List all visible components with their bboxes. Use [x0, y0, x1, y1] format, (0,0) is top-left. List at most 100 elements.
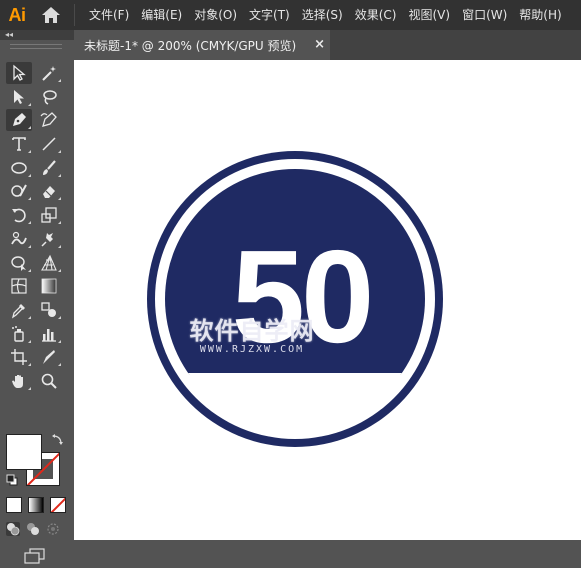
lasso-tool[interactable]: [36, 86, 62, 108]
rotate-icon: [12, 208, 26, 223]
draw-normal-icon: [7, 523, 20, 536]
menu-window[interactable]: 窗口(W): [456, 0, 513, 30]
warp-icon: [11, 231, 27, 245]
warp-tool[interactable]: [6, 228, 32, 250]
artboard-icon: [11, 349, 27, 366]
default-fill-stroke-icon[interactable]: [6, 474, 18, 486]
perspective-grid-icon: [41, 254, 57, 271]
menu-type[interactable]: 文字(T): [243, 0, 296, 30]
draw-behind-icon: [27, 523, 39, 535]
magic-wand-icon: [42, 66, 56, 81]
column-graph-icon: [42, 328, 56, 342]
eyedropper-tool[interactable]: [6, 299, 32, 321]
draw-behind-button[interactable]: [26, 522, 40, 536]
menu-file[interactable]: 文件(F): [83, 0, 135, 30]
selection-tool-icon: [13, 64, 26, 81]
zoom-tool[interactable]: [36, 370, 62, 392]
watermark: 软件自学网 WWW.RJZXW.COM: [172, 318, 332, 356]
color-mode-button[interactable]: [6, 497, 22, 513]
curvature-icon: [40, 112, 57, 128]
shape-builder-tool[interactable]: [6, 252, 32, 274]
home-button[interactable]: [34, 0, 68, 30]
line-segment-icon: [42, 137, 56, 151]
speed-limit-sign[interactable]: 50: [74, 60, 581, 540]
eraser-icon: [43, 186, 55, 199]
pen-icon: [13, 113, 26, 127]
panel-grip[interactable]: [10, 44, 62, 49]
gradient-mode-button[interactable]: [28, 497, 44, 513]
artboard-tool[interactable]: [6, 346, 32, 368]
scale-tool[interactable]: [36, 204, 62, 226]
screen-mode-button[interactable]: [24, 548, 46, 568]
scale-icon: [41, 207, 57, 223]
gradient-tool[interactable]: [36, 275, 62, 297]
mesh-icon: [11, 278, 27, 294]
eraser-tool[interactable]: [36, 180, 62, 202]
rotate-tool[interactable]: [6, 204, 32, 226]
drawing-mode-row: [6, 522, 60, 536]
watermark-url: WWW.RJZXW.COM: [199, 344, 305, 355]
draw-inside-button[interactable]: [46, 522, 60, 536]
menu-edit[interactable]: 编辑(E): [135, 0, 188, 30]
tools-panel-header: ◂◂: [0, 30, 74, 40]
menu-view[interactable]: 视图(V): [402, 0, 456, 30]
app-logo: Ai: [8, 4, 27, 25]
blend-tool[interactable]: [36, 299, 62, 321]
tool-grid: [6, 62, 66, 394]
close-icon[interactable]: ×: [314, 37, 325, 52]
type-tool[interactable]: [6, 133, 32, 155]
document-tab-bar: 未标题-1* @ 200% (CMYK/GPU 预览) ×: [74, 30, 581, 60]
draw-normal-button[interactable]: [6, 522, 20, 536]
document-tab[interactable]: 未标题-1* @ 200% (CMYK/GPU 预览) ×: [74, 30, 330, 60]
menu-bar: Ai 文件(F) 编辑(E) 对象(O) 文字(T) 选择(S) 效果(C) 视…: [0, 0, 581, 30]
hand-icon: [12, 374, 23, 388]
zoom-icon: [41, 373, 57, 389]
magic-wand-tool[interactable]: [36, 62, 62, 84]
menu-effect[interactable]: 效果(C): [349, 0, 403, 30]
slice-tool[interactable]: [36, 346, 62, 368]
watermark-title: 软件自学网: [189, 317, 315, 345]
menu-select[interactable]: 选择(S): [296, 0, 349, 30]
pen-tool[interactable]: [6, 109, 32, 132]
artboard-canvas[interactable]: 50 软件自学网 WWW.RJZXW.COM: [74, 60, 581, 540]
tools-panel: ◂◂: [0, 30, 74, 564]
menu-help[interactable]: 帮助(H): [513, 0, 567, 30]
direct-selection-icon: [14, 89, 24, 104]
swap-fill-stroke-icon[interactable]: [51, 434, 63, 446]
symbol-sprayer-icon: [12, 325, 24, 342]
home-icon: [42, 7, 60, 23]
curvature-tool[interactable]: [36, 109, 62, 131]
direct-selection-tool[interactable]: [6, 86, 32, 108]
shaper-icon: [11, 184, 27, 198]
type-icon: [12, 137, 26, 151]
menu-separator: [74, 4, 75, 26]
symbol-sprayer-tool[interactable]: [6, 323, 32, 345]
document-tab-title: 未标题-1* @ 200% (CMYK/GPU 预览): [84, 38, 297, 53]
shape-builder-icon: [11, 255, 26, 271]
fill-stroke-widget: [6, 434, 66, 490]
puppet-warp-tool[interactable]: [36, 228, 62, 250]
lasso-icon: [43, 89, 57, 105]
none-mode-button[interactable]: [50, 497, 66, 513]
fill-swatch[interactable]: [6, 434, 42, 470]
column-graph-tool[interactable]: [36, 323, 62, 345]
draw-inside-icon: [47, 523, 59, 535]
slice-icon: [43, 350, 55, 365]
mesh-tool[interactable]: [6, 275, 32, 297]
perspective-grid-tool[interactable]: [36, 252, 62, 274]
hand-tool[interactable]: [6, 370, 32, 392]
gradient-icon: [41, 278, 57, 294]
menu-object[interactable]: 对象(O): [188, 0, 243, 30]
paintbrush-icon: [43, 160, 56, 175]
puppet-warp-icon: [41, 232, 53, 247]
paintbrush-tool[interactable]: [36, 157, 62, 179]
line-segment-tool[interactable]: [36, 133, 62, 155]
color-mode-row: [6, 497, 66, 513]
ellipse-icon: [11, 162, 27, 174]
selection-tool[interactable]: [6, 62, 32, 84]
collapse-icon[interactable]: ◂◂: [5, 30, 13, 40]
blend-icon: [41, 302, 56, 317]
shaper-tool[interactable]: [6, 180, 32, 202]
screen-mode-icon: [24, 548, 45, 564]
ellipse-tool[interactable]: [6, 157, 32, 179]
